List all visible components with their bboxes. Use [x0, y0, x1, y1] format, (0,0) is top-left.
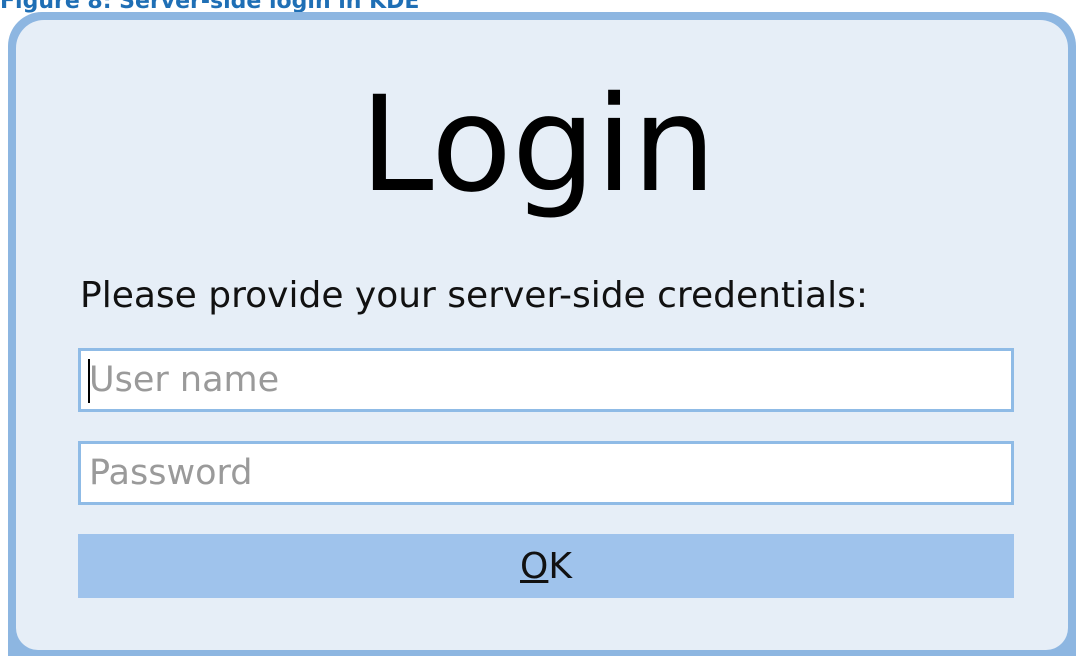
username-input[interactable] — [78, 348, 1014, 412]
ok-mnemonic: O — [520, 545, 549, 587]
dialog-title: Login — [359, 68, 717, 222]
password-input[interactable] — [78, 441, 1014, 505]
text-cursor — [88, 359, 90, 403]
ok-button[interactable]: OK — [78, 534, 1014, 598]
credentials-prompt: Please provide your server-side credenti… — [80, 275, 868, 316]
ok-label-rest: K — [548, 545, 572, 587]
